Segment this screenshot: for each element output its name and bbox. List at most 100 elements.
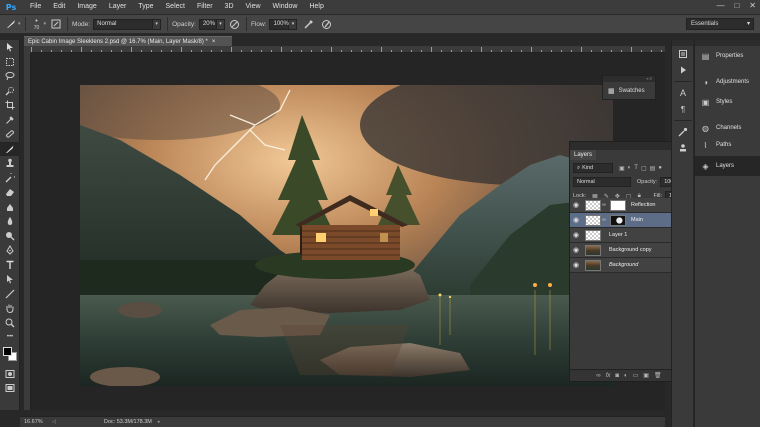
character-icon[interactable]: A: [672, 85, 694, 101]
adjustment-filter-icon[interactable]: ◐: [628, 165, 632, 172]
clone-source-icon[interactable]: [672, 140, 694, 156]
document-artwork[interactable]: [80, 85, 613, 386]
marquee-tool-icon[interactable]: [0, 55, 20, 70]
foreground-color[interactable]: [3, 346, 12, 356]
visibility-eye-icon[interactable]: ◉: [570, 261, 582, 269]
type-tool-icon[interactable]: [0, 258, 20, 273]
line-tool-icon[interactable]: [0, 287, 20, 302]
mode-select[interactable]: Normal: [93, 18, 154, 30]
menu-edit[interactable]: Edit: [47, 0, 71, 14]
new-layer-icon[interactable]: ▣: [643, 372, 649, 379]
zoom-tool-icon[interactable]: [0, 316, 20, 331]
tab-layers[interactable]: Layers: [570, 150, 597, 160]
brush-tool-preset-icon[interactable]: [4, 17, 18, 31]
layer-mask-thumbnail[interactable]: [610, 199, 626, 211]
eraser-tool-icon[interactable]: [0, 185, 20, 200]
mask-link-icon[interactable]: ∞: [601, 217, 607, 223]
layer-mask-thumbnail[interactable]: [610, 214, 626, 226]
blur-tool-icon[interactable]: [0, 214, 20, 229]
menu-help[interactable]: Help: [303, 0, 329, 14]
menu-window[interactable]: Window: [267, 0, 304, 14]
brush-tool-icon[interactable]: [0, 141, 20, 156]
adjustment-layer-icon[interactable]: ◐: [624, 373, 628, 379]
document-tab[interactable]: Epic Cabin Image Sleeklens 2.psd @ 16.7%…: [24, 36, 232, 46]
zoom-level[interactable]: 16.67%: [20, 419, 48, 425]
export-icon[interactable]: ◁: [52, 419, 56, 425]
mask-link-icon[interactable]: ∞: [601, 202, 607, 208]
properties-button[interactable]: ▤ Properties: [695, 46, 760, 66]
paragraph-icon[interactable]: ¶: [672, 101, 694, 117]
blend-mode-select[interactable]: Normal: [573, 177, 631, 187]
layer-style-icon[interactable]: fx: [606, 373, 611, 379]
airbrush-icon[interactable]: [301, 17, 315, 31]
maximize-icon[interactable]: □: [734, 1, 739, 10]
dodge-tool-icon[interactable]: [0, 229, 20, 244]
chevron-down-icon[interactable]: ▾: [44, 21, 47, 27]
quick-mask-icon[interactable]: [0, 367, 20, 382]
brush-panel-icon[interactable]: [49, 17, 63, 31]
visibility-eye-icon[interactable]: ◉: [570, 201, 582, 209]
brush-size-picker[interactable]: • 70: [30, 18, 44, 31]
channels-button[interactable]: ◍ Channels: [695, 118, 760, 138]
workspace-select[interactable]: Essentials ▾: [686, 18, 754, 30]
eyedropper-tool-icon[interactable]: [0, 113, 20, 128]
visibility-eye-icon[interactable]: ◉: [570, 216, 582, 224]
menu-filter[interactable]: Filter: [191, 0, 219, 14]
ruler-origin[interactable]: [24, 46, 31, 53]
move-tool-icon[interactable]: [0, 40, 20, 55]
brush-settings-icon[interactable]: [672, 124, 694, 140]
vertical-ruler[interactable]: [24, 53, 31, 410]
styles-button[interactable]: ▣ Styles: [695, 92, 760, 112]
clone-stamp-tool-icon[interactable]: [0, 156, 20, 171]
paths-button[interactable]: ⌇ Paths: [695, 138, 760, 152]
type-filter-icon[interactable]: T: [634, 165, 638, 172]
status-arrow-icon[interactable]: ▸: [158, 419, 161, 425]
menu-file[interactable]: File: [24, 0, 47, 14]
horizontal-ruler[interactable]: [31, 46, 665, 53]
menu-type[interactable]: Type: [132, 0, 159, 14]
screen-mode-icon[interactable]: [0, 381, 20, 396]
menu-select[interactable]: Select: [160, 0, 191, 14]
crop-tool-icon[interactable]: [0, 98, 20, 113]
history-brush-tool-icon[interactable]: [0, 171, 20, 186]
chevron-down-icon[interactable]: ▾: [216, 18, 225, 30]
smart-object-filter-icon[interactable]: ▤: [650, 165, 656, 172]
healing-brush-tool-icon[interactable]: [0, 127, 20, 142]
new-group-icon[interactable]: ▭: [633, 372, 639, 379]
pressure-size-icon[interactable]: [319, 17, 333, 31]
history-icon[interactable]: [672, 46, 694, 62]
flow-field[interactable]: 100%: [269, 18, 290, 30]
close-icon[interactable]: ✕: [749, 1, 756, 10]
pen-tool-icon[interactable]: [0, 243, 20, 258]
hand-tool-icon[interactable]: [0, 301, 20, 316]
menu-view[interactable]: View: [240, 0, 267, 14]
menu-image[interactable]: Image: [71, 0, 102, 14]
filter-toggle-icon[interactable]: ●: [658, 165, 662, 172]
shape-filter-icon[interactable]: ▢: [641, 165, 647, 172]
pixel-filter-icon[interactable]: ▣: [619, 165, 625, 172]
lasso-tool-icon[interactable]: [0, 69, 20, 84]
gradient-tool-icon[interactable]: [0, 200, 20, 215]
swatches-button[interactable]: ▦ Swatches: [603, 82, 655, 100]
add-mask-icon[interactable]: ◙: [615, 373, 619, 379]
pressure-opacity-icon[interactable]: [228, 17, 242, 31]
menu-layer[interactable]: Layer: [103, 0, 133, 14]
close-tab-icon[interactable]: ×: [212, 39, 216, 45]
opacity-field[interactable]: 20%: [198, 18, 217, 30]
layers-button[interactable]: ◈ Layers: [695, 156, 760, 176]
visibility-eye-icon[interactable]: ◉: [570, 231, 582, 239]
filter-kind-select[interactable]: ⌕ Kind: [573, 163, 613, 173]
color-swatches[interactable]: [0, 345, 20, 367]
link-layers-icon[interactable]: ∞: [596, 373, 600, 379]
delete-layer-icon[interactable]: 🗑︎: [654, 372, 662, 379]
minimize-icon[interactable]: —: [716, 1, 724, 10]
adjustments-button[interactable]: ◑ Adjustments: [695, 72, 760, 92]
menu-3d[interactable]: 3D: [219, 0, 240, 14]
more-tools-icon[interactable]: •••: [0, 330, 20, 345]
chevron-down-icon[interactable]: ▾: [153, 18, 162, 30]
path-selection-tool-icon[interactable]: [0, 272, 20, 287]
visibility-eye-icon[interactable]: ◉: [570, 246, 582, 254]
chevron-down-icon[interactable]: ▾: [289, 18, 298, 30]
quick-selection-tool-icon[interactable]: [0, 84, 20, 99]
chevron-down-icon[interactable]: ▾: [18, 21, 21, 27]
